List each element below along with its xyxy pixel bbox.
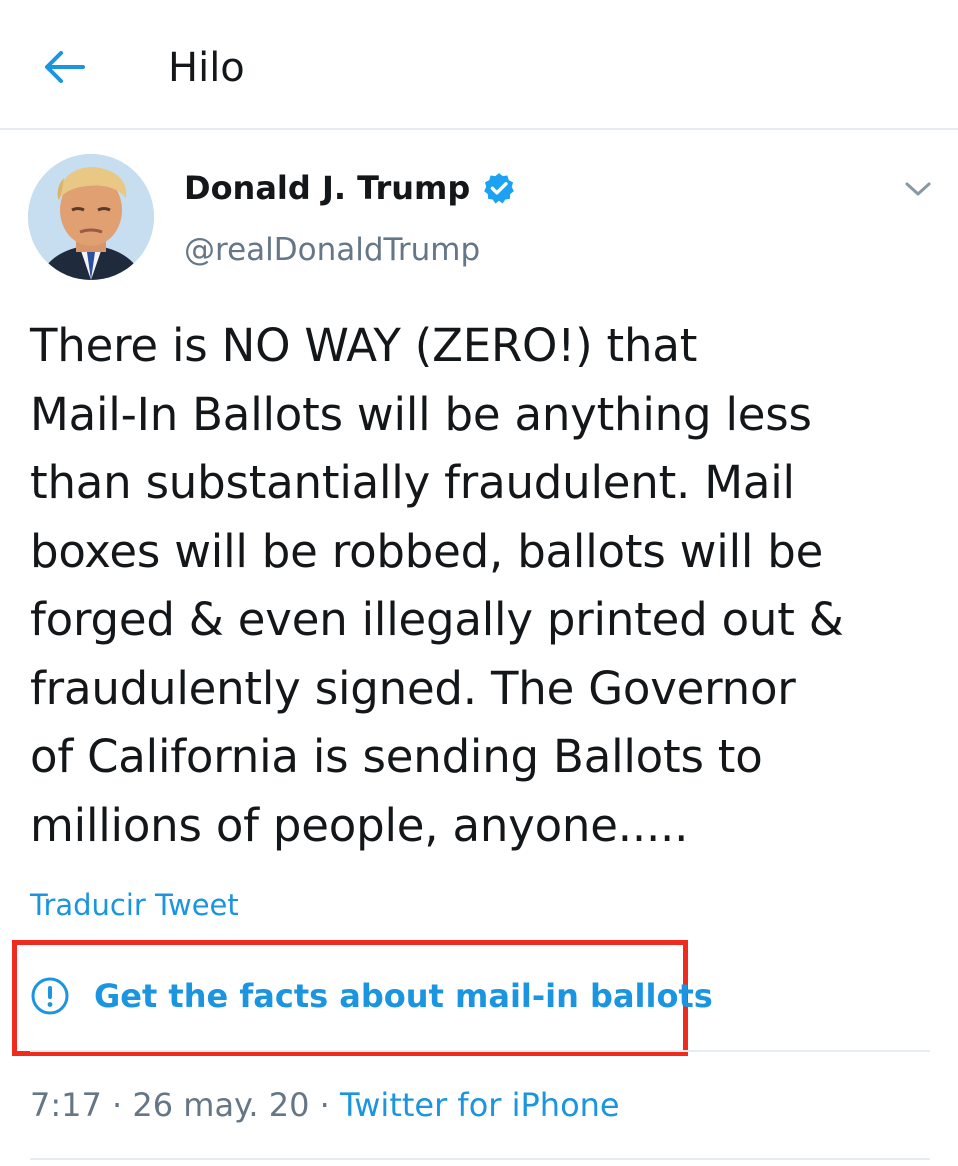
translate-tweet-link[interactable]: Traducir Tweet	[30, 884, 239, 926]
tweet-meta: 7:17 · 26 may. 20 · Twitter for iPhone	[30, 1082, 620, 1128]
tweet-menu-button[interactable]	[898, 172, 938, 206]
meta-separator: ·	[319, 1086, 330, 1124]
arrow-left-icon	[45, 51, 85, 83]
tweet-text: There is NO WAY (ZERO!) that Mail-In Bal…	[30, 319, 844, 852]
thread-header: Hilo	[0, 0, 958, 130]
tweet-date: 26 may. 20	[132, 1086, 310, 1124]
tweet-time: 7:17	[30, 1086, 102, 1124]
divider	[30, 1158, 930, 1160]
avatar-image	[28, 154, 154, 280]
author-handle[interactable]: @realDonaldTrump	[184, 228, 480, 272]
page-title: Hilo	[168, 45, 245, 91]
meta-separator: ·	[112, 1086, 123, 1124]
verified-badge-icon	[484, 173, 515, 204]
facts-link[interactable]: Get the facts about mail-in ballots	[30, 972, 713, 1020]
exclamation-circle-icon	[31, 977, 69, 1015]
author-name-row[interactable]: Donald J. Trump	[184, 166, 516, 210]
chevron-down-icon	[905, 182, 931, 196]
facts-label: Get the facts about mail-in ballots	[94, 977, 713, 1015]
avatar[interactable]	[28, 154, 154, 280]
divider	[30, 1050, 930, 1052]
author-name: Donald J. Trump	[184, 169, 471, 207]
back-button[interactable]	[40, 44, 90, 90]
tweet-source-link[interactable]: Twitter for iPhone	[340, 1086, 620, 1124]
